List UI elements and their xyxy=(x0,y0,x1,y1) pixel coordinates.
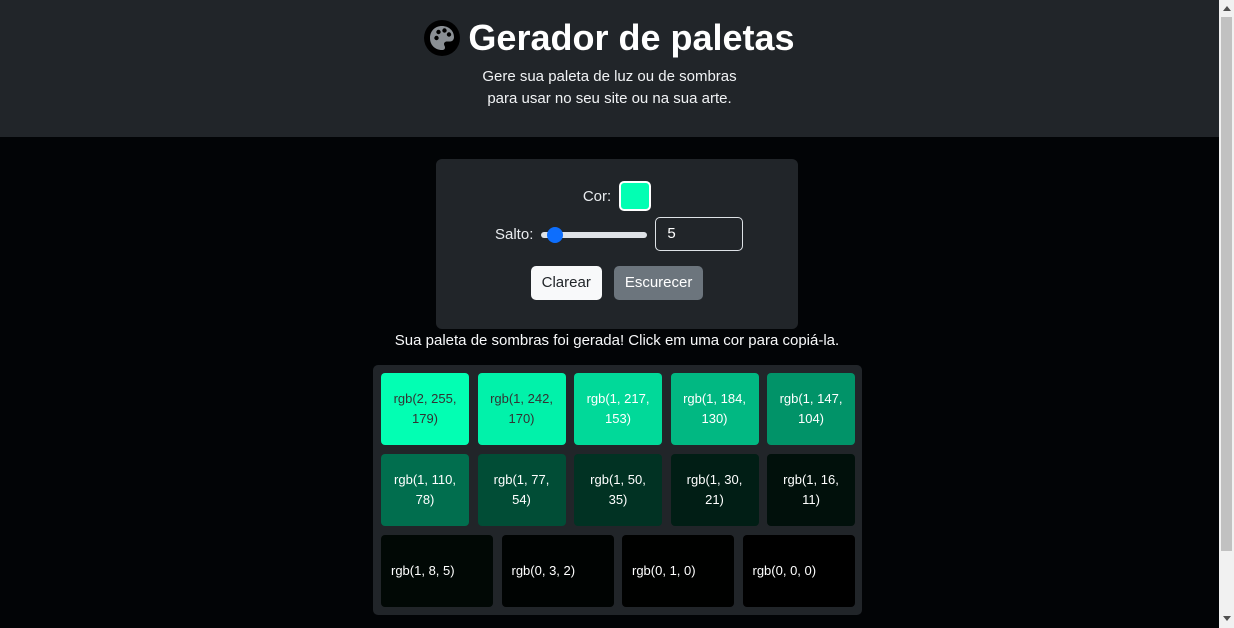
palette-swatch[interactable]: rgb(1, 217, 153) xyxy=(574,373,662,445)
step-input[interactable]: 5 xyxy=(655,217,744,251)
palette-swatch[interactable]: rgb(1, 77, 54) xyxy=(477,454,566,526)
palette-icon xyxy=(424,20,461,56)
controls-card: Cor: Salto: 5 Clarear Escurecer xyxy=(436,159,798,329)
palette-swatch[interactable]: rgb(1, 147, 104) xyxy=(767,373,855,445)
palette-swatch[interactable]: rgb(0, 1, 0) xyxy=(622,535,734,607)
palette-swatch[interactable]: rgb(1, 242, 170) xyxy=(477,373,566,445)
palette-swatch[interactable]: rgb(1, 16, 11) xyxy=(767,454,855,526)
color-row: Cor: xyxy=(436,181,798,211)
status-message: Sua paleta de sombras foi gerada! Click … xyxy=(394,332,840,349)
palette-swatch[interactable]: rgb(1, 8, 5) xyxy=(381,535,493,607)
step-slider[interactable] xyxy=(541,227,648,243)
palette-swatch[interactable]: rgb(2, 255, 179) xyxy=(381,373,469,445)
palette-grid: rgb(2, 255, 179) rgb(1, 242, 170) rgb(1, 2… xyxy=(373,365,862,615)
scroll-up-icon[interactable] xyxy=(1223,6,1231,11)
lighten-button[interactable]: Clarear xyxy=(530,266,602,300)
scroll-down-icon[interactable] xyxy=(1223,616,1231,621)
palette-swatch[interactable]: rgb(1, 184, 130) xyxy=(670,373,759,445)
step-label: Salto: xyxy=(495,225,534,243)
darken-button[interactable]: Escurecer xyxy=(613,266,704,300)
step-row: Salto: 5 xyxy=(495,217,744,251)
palette-swatch[interactable]: rgb(1, 50, 35) xyxy=(574,454,662,526)
header: Gerador de paletas Gere sua paleta de lu… xyxy=(0,0,1219,137)
palette-swatch[interactable]: rgb(0, 3, 2) xyxy=(501,535,614,607)
page-subtitle: Gere sua paleta de luz ou de sombras par… xyxy=(0,66,1219,110)
subtitle-line-2: para usar no seu site ou na sua arte. xyxy=(487,90,732,107)
scrollbar-thumb[interactable] xyxy=(1221,17,1232,551)
page: Gerador de paletas Gere sua paleta de lu… xyxy=(0,0,1219,628)
subtitle-line-1: Gere sua paleta de luz ou de sombras xyxy=(482,68,737,85)
step-slider-thumb[interactable] xyxy=(546,227,563,243)
button-row: Clarear Escurecer xyxy=(436,266,798,300)
vertical-scrollbar[interactable] xyxy=(1219,0,1234,628)
palette-swatch[interactable]: rgb(1, 30, 21) xyxy=(670,454,759,526)
color-picker[interactable] xyxy=(619,181,652,211)
title-row: Gerador de paletas xyxy=(0,16,1219,60)
color-label: Cor: xyxy=(582,187,612,205)
page-title: Gerador de paletas xyxy=(468,17,795,58)
palette-swatch[interactable]: rgb(1, 110, 78) xyxy=(381,454,469,526)
palette-swatch[interactable]: rgb(0, 0, 0) xyxy=(742,535,855,607)
